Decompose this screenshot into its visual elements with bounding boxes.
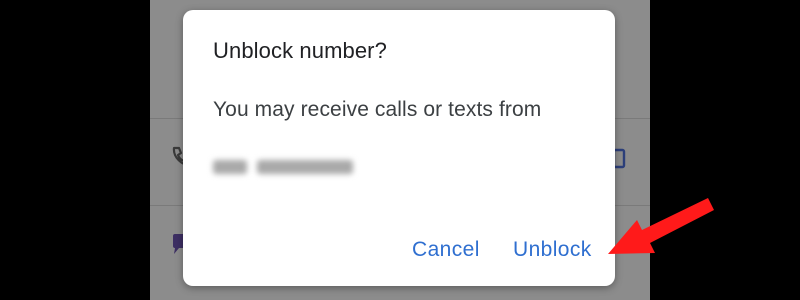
blurred-phone-number <box>213 154 353 180</box>
cancel-button[interactable]: Cancel <box>412 238 480 262</box>
dialog-message: You may receive calls or texts from <box>213 98 542 121</box>
unblock-button[interactable]: Unblock <box>513 238 592 262</box>
unblock-number-dialog: Unblock number? You may receive calls or… <box>183 10 615 286</box>
dialog-title: Unblock number? <box>213 38 387 63</box>
screenshot-stage: Unblock number? You may receive calls or… <box>0 0 800 300</box>
